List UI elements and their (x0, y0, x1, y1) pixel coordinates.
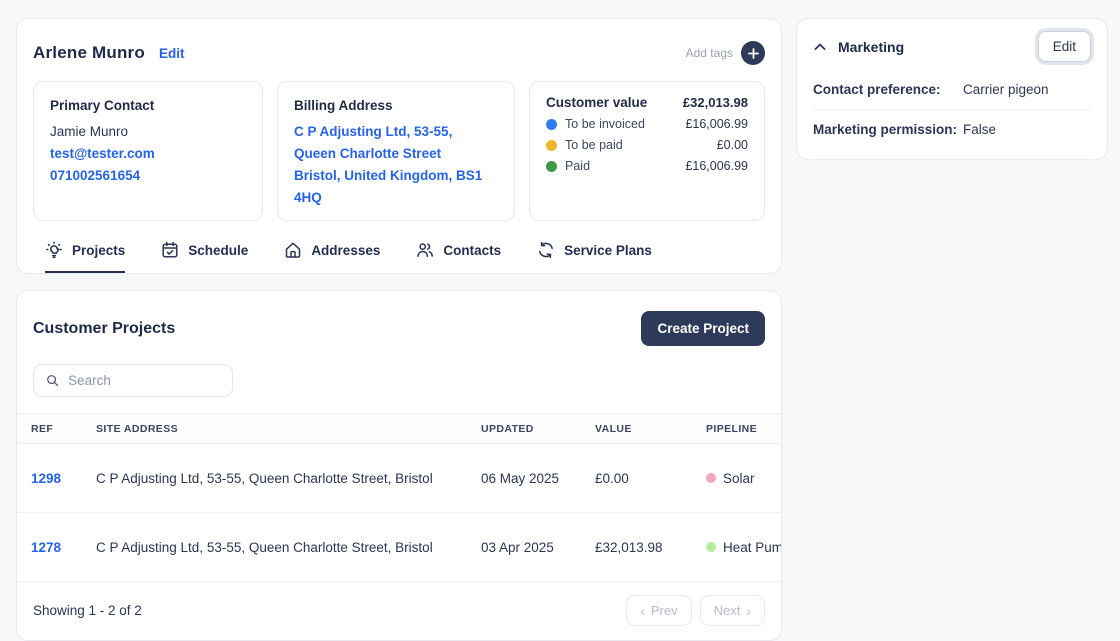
tab-bar: Projects Schedule Addresses (33, 241, 765, 273)
customer-value-row: Paid £16,006.99 (546, 159, 748, 173)
project-site-address: C P Adjusting Ltd, 53-55, Queen Charlott… (96, 471, 481, 486)
customer-projects-card: Customer Projects Create Project REF SIT… (16, 290, 782, 641)
project-row[interactable]: 1278 C P Adjusting Ltd, 53-55, Queen Cha… (17, 513, 781, 582)
to-be-paid-label: To be paid (565, 138, 717, 152)
invoiced-label: To be invoiced (565, 117, 685, 131)
project-search-box[interactable] (33, 364, 233, 397)
billing-address-line2[interactable]: Bristol, United Kingdom, BS1 4HQ (294, 165, 498, 209)
customer-value-row: To be paid £0.00 (546, 138, 748, 152)
customer-value-row: To be invoiced £16,006.99 (546, 117, 748, 131)
marketing-panel: Marketing Edit Contact preference: Carri… (796, 18, 1108, 160)
projects-title: Customer Projects (33, 320, 175, 338)
billing-address-card: Billing Address C P Adjusting Ltd, 53-55… (277, 81, 515, 221)
customer-summary-card: Arlene Munro Edit Add tags Primary Conta… (16, 18, 782, 274)
tab-service-plans[interactable]: Service Plans (537, 241, 652, 273)
pipeline-label: Solar (723, 471, 755, 486)
tab-projects[interactable]: Projects (45, 241, 125, 273)
col-site-address: SITE ADDRESS (96, 423, 481, 435)
projects-table-header: REF SITE ADDRESS UPDATED VALUE PIPELINE (17, 413, 781, 444)
col-pipeline: PIPELINE (706, 423, 781, 435)
refresh-icon (537, 241, 555, 259)
marketing-title: Marketing (838, 39, 904, 55)
customer-header: Arlene Munro Edit Add tags (33, 41, 765, 65)
billing-address-title: Billing Address (294, 95, 498, 117)
showing-count: Showing 1 - 2 of 2 (33, 603, 142, 618)
prev-label: Prev (651, 603, 678, 618)
chevron-right-icon: › (746, 604, 751, 618)
projects-pagination: Showing 1 - 2 of 2 ‹ Prev Next › (17, 582, 781, 640)
project-site-address: C P Adjusting Ltd, 53-55, Queen Charlott… (96, 540, 481, 555)
customer-value-title: Customer value (546, 95, 647, 110)
pipeline-dot (706, 473, 716, 483)
pipeline-dot (706, 542, 716, 552)
add-tags-label: Add tags (686, 46, 733, 60)
next-button[interactable]: Next › (700, 595, 765, 626)
primary-contact-card: Primary Contact Jamie Munro test@tester.… (33, 81, 263, 221)
project-search-input[interactable] (68, 373, 220, 388)
home-icon (284, 241, 302, 259)
tab-schedule[interactable]: Schedule (161, 241, 248, 273)
chevron-left-icon: ‹ (640, 604, 645, 618)
customer-value-total: £32,013.98 (683, 95, 748, 110)
primary-contact-name: Jamie Munro (50, 121, 246, 143)
chevron-up-icon (813, 40, 827, 54)
tab-schedule-label: Schedule (188, 243, 248, 258)
paid-dot (546, 161, 557, 172)
col-value: VALUE (595, 423, 706, 435)
contact-preference-label: Contact preference: (813, 82, 963, 97)
to-be-paid-value: £0.00 (717, 138, 748, 152)
tab-contacts[interactable]: Contacts (416, 241, 501, 273)
tab-addresses[interactable]: Addresses (284, 241, 380, 273)
project-row[interactable]: 1298 C P Adjusting Ltd, 53-55, Queen Cha… (17, 444, 781, 513)
tab-addresses-label: Addresses (311, 243, 380, 258)
calendar-check-icon (161, 241, 179, 259)
project-value: £32,013.98 (595, 540, 706, 555)
collapse-marketing-button[interactable] (813, 40, 827, 54)
paid-label: Paid (565, 159, 685, 173)
primary-contact-email[interactable]: test@tester.com (50, 143, 246, 165)
project-value: £0.00 (595, 471, 706, 486)
tab-projects-label: Projects (72, 243, 125, 258)
add-tag-button[interactable] (741, 41, 765, 65)
invoiced-value: £16,006.99 (685, 117, 748, 131)
search-icon (46, 373, 59, 388)
invoiced-dot (546, 119, 557, 130)
marketing-permission-label: Marketing permission: (813, 122, 963, 137)
contact-preference-value: Carrier pigeon (963, 82, 1091, 97)
marketing-edit-button[interactable]: Edit (1038, 31, 1091, 62)
users-icon (416, 241, 434, 259)
pipeline-label: Heat Pump (723, 540, 781, 555)
bulb-icon (45, 241, 63, 259)
page: Arlene Munro Edit Add tags Primary Conta… (0, 0, 1120, 641)
marketing-row: Contact preference: Carrier pigeon (813, 70, 1091, 109)
customer-edit-link[interactable]: Edit (159, 46, 185, 61)
primary-contact-phone[interactable]: 071002561654 (50, 165, 246, 187)
to-be-paid-dot (546, 140, 557, 151)
project-ref-link[interactable]: 1278 (31, 540, 61, 555)
tab-contacts-label: Contacts (443, 243, 501, 258)
billing-address-line1[interactable]: C P Adjusting Ltd, 53-55, Queen Charlott… (294, 121, 498, 165)
marketing-row: Marketing permission: False (813, 109, 1091, 149)
side-column: Marketing Edit Contact preference: Carri… (796, 18, 1108, 641)
paid-value: £16,006.99 (685, 159, 748, 173)
marketing-permission-value: False (963, 122, 1091, 137)
next-label: Next (714, 603, 741, 618)
prev-button[interactable]: ‹ Prev (626, 595, 691, 626)
project-updated: 06 May 2025 (481, 471, 595, 486)
col-updated: UPDATED (481, 423, 595, 435)
plus-icon (748, 48, 759, 59)
customer-info-boxes: Primary Contact Jamie Munro test@tester.… (33, 81, 765, 221)
tab-service-plans-label: Service Plans (564, 243, 652, 258)
customer-value-card: Customer value £32,013.98 To be invoiced… (529, 81, 765, 221)
project-updated: 03 Apr 2025 (481, 540, 595, 555)
col-ref: REF (31, 423, 96, 435)
main-column: Arlene Munro Edit Add tags Primary Conta… (16, 18, 782, 641)
project-ref-link[interactable]: 1298 (31, 471, 61, 486)
customer-name: Arlene Munro (33, 43, 145, 63)
primary-contact-title: Primary Contact (50, 95, 246, 117)
create-project-button[interactable]: Create Project (641, 311, 765, 346)
